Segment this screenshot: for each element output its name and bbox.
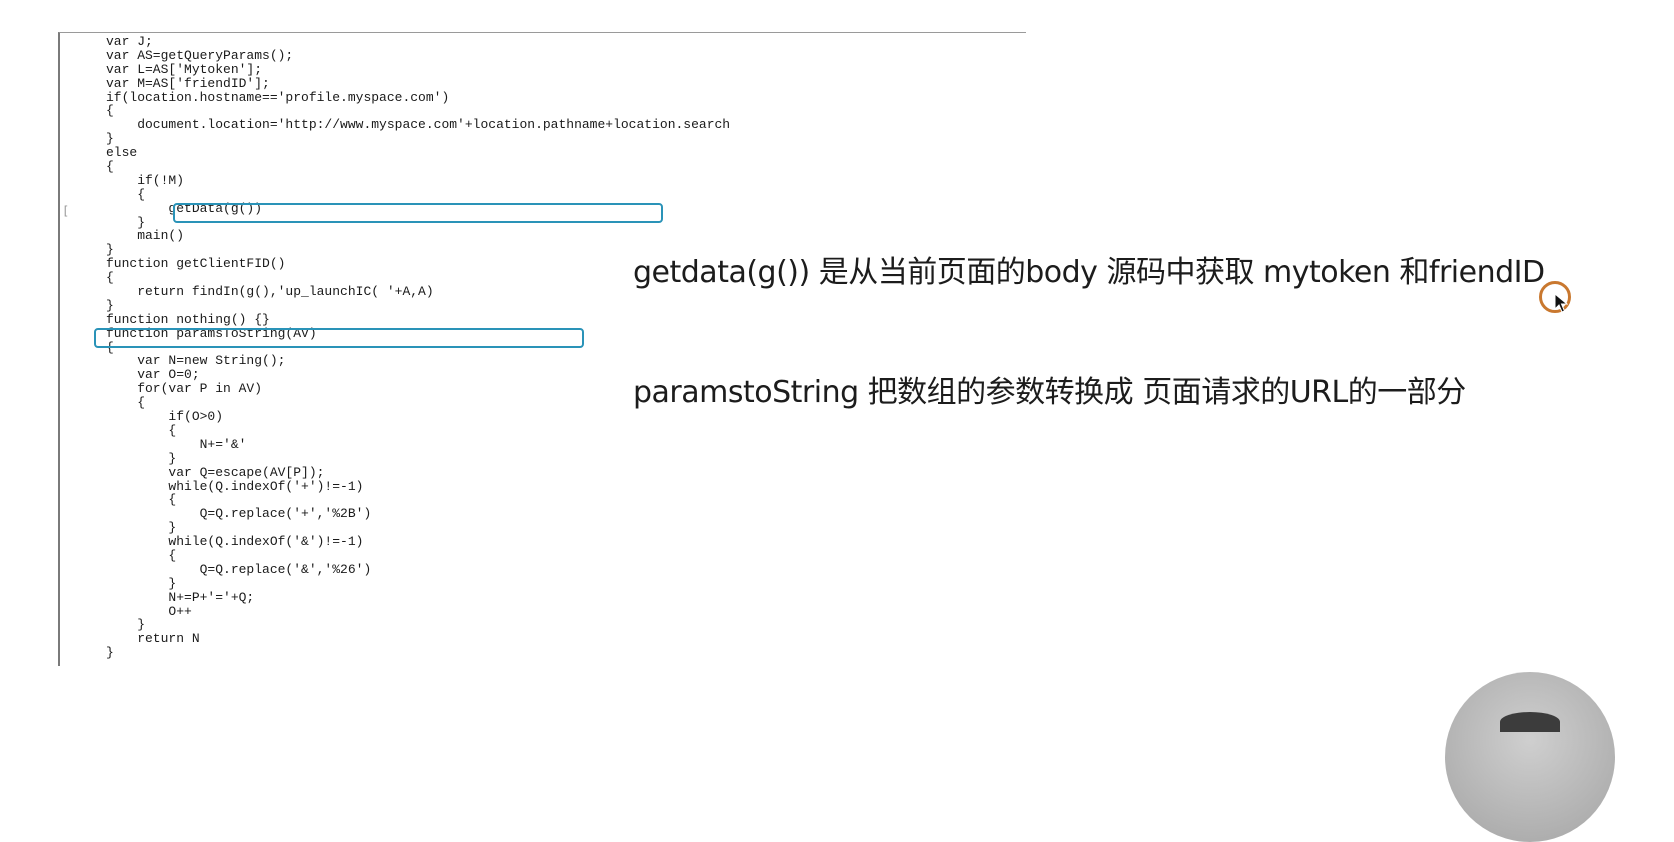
- code-line: {: [106, 547, 177, 563]
- code-line: {: [106, 186, 146, 202]
- code-line: var L=AS['Mytoken'];: [106, 61, 263, 77]
- webcam-avatar: [1445, 672, 1615, 842]
- code-line: var J;: [106, 34, 153, 49]
- code-line: }: [106, 131, 114, 147]
- code-line: while(Q.indexOf('&')!=-1): [106, 534, 364, 550]
- code-line: main(): [106, 228, 185, 244]
- paramstostring-annotation: paramstoString 把数组的参数转换成 页面请求的URL的一部分: [633, 375, 1466, 410]
- code-line: else: [106, 145, 138, 161]
- mouse-pointer-icon: [1554, 293, 1568, 313]
- code-line: O++: [106, 603, 192, 619]
- code-line: {: [106, 422, 177, 438]
- code-line: document.location='http://www.myspace.co…: [106, 117, 731, 133]
- code-line: function nothing() {}: [106, 311, 270, 327]
- code-line: N+=P+'='+Q;: [106, 589, 255, 605]
- gutter-marker: [: [62, 204, 70, 218]
- code-line: var AS=getQueryParams();: [106, 47, 294, 63]
- code-line: Q=Q.replace('&','%26'): [106, 561, 372, 577]
- code-line: }: [106, 450, 177, 466]
- code-line: if(location.hostname=='profile.myspace.c…: [106, 89, 450, 105]
- webcam-person-silhouette: [1500, 712, 1560, 732]
- code-line: }: [106, 575, 177, 591]
- getdata-highlight-box: [173, 203, 663, 223]
- code-line: return N: [106, 631, 200, 647]
- code-line: }: [106, 617, 146, 633]
- code-line: N+='&': [106, 436, 247, 452]
- code-line: while(Q.indexOf('+')!=-1): [106, 478, 364, 494]
- paramstostring-highlight-box: [94, 328, 584, 348]
- code-line: {: [106, 159, 114, 175]
- code-line: var Q=escape(AV[P]);: [106, 464, 325, 480]
- code-line: }: [106, 297, 114, 313]
- code-line: }: [106, 645, 114, 661]
- code-line: if(O>0): [106, 409, 224, 425]
- getdata-annotation: getdata(g()) 是从当前页面的body 源码中获取 mytoken 和…: [633, 255, 1545, 290]
- code-line: if(!M): [106, 172, 185, 188]
- code-line: {: [106, 492, 177, 508]
- code-line: {: [106, 103, 114, 119]
- code-line: Q=Q.replace('+','%2B'): [106, 506, 372, 522]
- code-line: var M=AS['friendID'];: [106, 75, 270, 91]
- code-line: }: [106, 520, 177, 536]
